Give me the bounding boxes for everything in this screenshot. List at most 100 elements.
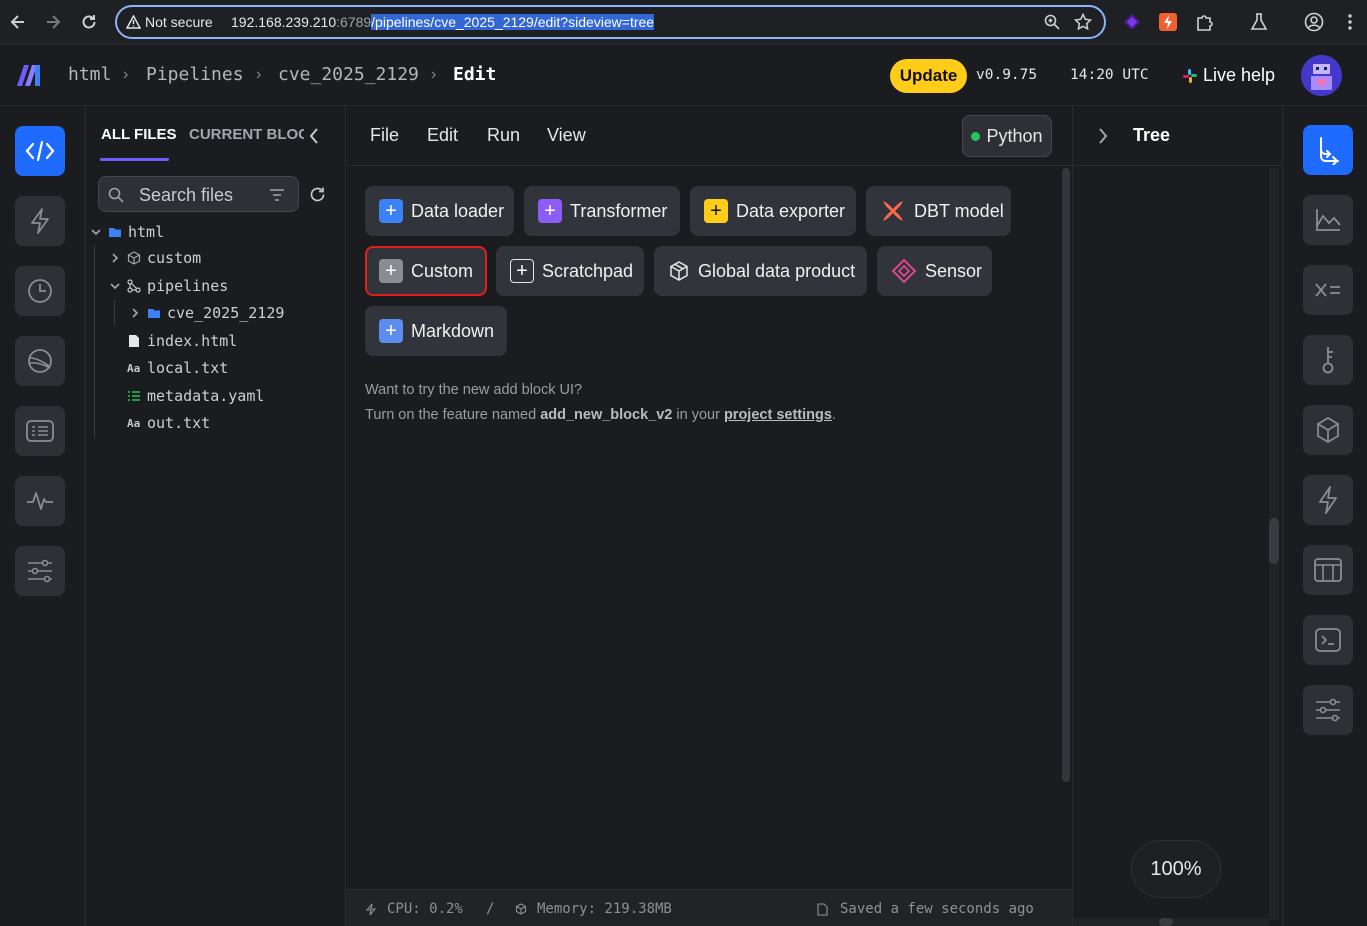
- chevron-down-icon: [110, 283, 120, 290]
- zoom-icon[interactable]: [1044, 14, 1060, 30]
- add-global-data-product-button[interactable]: Global data product: [654, 246, 867, 296]
- plus-icon: +: [510, 259, 534, 283]
- breadcrumb-current: Edit: [453, 64, 497, 85]
- plus-icon: +: [379, 199, 403, 223]
- cube-icon: [1317, 417, 1339, 443]
- memory-usage: Memory: 219.38MB: [537, 901, 672, 917]
- extension-diamond-icon[interactable]: [1122, 12, 1142, 32]
- nav-activity-button[interactable]: [15, 476, 65, 526]
- extensions-puzzle-icon[interactable]: [1195, 12, 1215, 32]
- charts-view-button[interactable]: [1303, 195, 1353, 245]
- table-icon: [1314, 558, 1342, 582]
- settings-view-button[interactable]: [1303, 685, 1353, 735]
- clock-icon: [28, 279, 52, 303]
- chevron-right-icon: [132, 308, 139, 318]
- feature-hint: Want to try the new add block UI? Turn o…: [365, 382, 836, 423]
- menu-edit[interactable]: Edit: [427, 125, 458, 146]
- breadcrumb-pipelines[interactable]: Pipelines: [146, 64, 244, 85]
- dbt-icon: [883, 201, 903, 221]
- chevron-right-icon: [112, 253, 119, 263]
- tree-item-local-txt[interactable]: Aa local.txt: [127, 359, 228, 377]
- add-dbt-model-button[interactable]: DBT model: [866, 186, 1011, 236]
- zoom-level-button[interactable]: 100%: [1131, 840, 1221, 898]
- tree-item-custom[interactable]: custom: [109, 249, 201, 267]
- add-markdown-button[interactable]: + Markdown: [365, 306, 507, 356]
- refresh-icon[interactable]: [309, 186, 326, 203]
- plus-icon: +: [379, 319, 403, 343]
- avatar[interactable]: [1301, 55, 1342, 96]
- breadcrumb-project[interactable]: html: [68, 64, 111, 85]
- collapse-panel-chevron-icon[interactable]: [308, 127, 320, 145]
- expand-panel-chevron-icon[interactable]: [1097, 127, 1109, 145]
- tab-all-files[interactable]: ALL FILES: [101, 126, 177, 143]
- text-file-icon: Aa: [127, 361, 141, 375]
- tree-item-metadata-yaml[interactable]: metadata.yaml: [127, 387, 264, 405]
- plus-icon: +: [379, 259, 403, 283]
- triggers-view-button[interactable]: [1303, 475, 1353, 525]
- nav-logs-button[interactable]: [15, 336, 65, 386]
- breadcrumb-chevron-icon: ›: [431, 66, 437, 83]
- back-icon[interactable]: [8, 12, 28, 32]
- tree-item-pipelines[interactable]: pipelines: [109, 277, 228, 295]
- variables-view-button[interactable]: [1303, 265, 1353, 315]
- add-transformer-button[interactable]: + Transformer: [524, 186, 680, 236]
- menu-file[interactable]: File: [370, 125, 399, 146]
- nav-monitor-button[interactable]: [15, 406, 65, 456]
- editor-scrollbar[interactable]: [1062, 168, 1070, 782]
- forward-icon[interactable]: [43, 12, 63, 32]
- kernel-python-button[interactable]: Python: [962, 115, 1052, 157]
- nav-triggers-button[interactable]: [15, 196, 65, 246]
- tree-item-cve-2025-2129[interactable]: cve_2025_2129: [129, 304, 284, 322]
- plus-icon: +: [538, 199, 562, 223]
- menu-view[interactable]: View: [547, 125, 586, 146]
- kernel-status-dot: [971, 131, 981, 141]
- add-data-loader-button[interactable]: + Data loader: [365, 186, 514, 236]
- terminal-view-button[interactable]: [1303, 615, 1353, 665]
- security-indicator[interactable]: Not secure: [126, 14, 213, 30]
- live-help-link[interactable]: Live help: [1182, 65, 1275, 86]
- file-browser-panel: ALL FILES CURRENT BLOCK Search files htm…: [86, 106, 346, 926]
- profile-icon[interactable]: [1304, 12, 1324, 32]
- tree-item-index-html[interactable]: index.html: [127, 332, 237, 350]
- tab-current-block[interactable]: CURRENT BLOCK: [189, 126, 304, 143]
- nav-runs-button[interactable]: [15, 266, 65, 316]
- project-settings-link[interactable]: project settings: [724, 407, 832, 423]
- code-icon: [25, 140, 55, 162]
- add-sensor-button[interactable]: Sensor: [877, 246, 992, 296]
- browser-menu-icon[interactable]: [1340, 12, 1360, 32]
- address-bar[interactable]: Not secure 192.168.239.210:6789/pipeline…: [115, 5, 1106, 39]
- search-files-input[interactable]: Search files: [98, 176, 299, 212]
- add-data-exporter-button[interactable]: + Data exporter: [690, 186, 856, 236]
- labs-flask-icon[interactable]: [1249, 12, 1269, 32]
- add-scratchpad-button[interactable]: + Scratchpad: [496, 246, 644, 296]
- bookmark-star-icon[interactable]: [1074, 13, 1092, 31]
- secrets-view-button[interactable]: [1303, 335, 1353, 385]
- tree-item-out-txt[interactable]: Aa out.txt: [127, 414, 210, 432]
- mage-logo-icon[interactable]: [16, 62, 48, 88]
- extension-bolt-icon[interactable]: [1158, 12, 1178, 32]
- tree-panel-title: Tree: [1133, 125, 1171, 145]
- table-view-button[interactable]: [1303, 545, 1353, 595]
- lightning-icon: [366, 903, 376, 916]
- nav-settings-button[interactable]: [15, 546, 65, 596]
- planet-icon: [28, 349, 52, 373]
- breadcrumb-pipeline[interactable]: cve_2025_2129: [278, 64, 419, 85]
- tree-item-html[interactable]: html: [90, 223, 164, 241]
- terminal-icon: [1315, 628, 1341, 652]
- global-products-view-button[interactable]: [1303, 405, 1353, 455]
- tree-scrollbar[interactable]: [1269, 518, 1279, 564]
- tree-view-button[interactable]: [1303, 125, 1353, 175]
- nav-code-editor-button[interactable]: [15, 126, 65, 176]
- url-text[interactable]: 192.168.239.210:6789/pipelines/cve_2025_…: [231, 14, 655, 30]
- active-tab-underline: [100, 158, 169, 161]
- saved-status: Saved a few seconds ago: [840, 901, 1034, 917]
- app-header: html › Pipelines › cve_2025_2129 › Edit …: [0, 45, 1367, 106]
- filter-icon[interactable]: [269, 188, 285, 202]
- menu-run[interactable]: Run: [487, 125, 520, 146]
- add-custom-button[interactable]: + Custom: [365, 246, 487, 296]
- tree-hscrollbar[interactable]: [1159, 918, 1173, 926]
- status-separator: /: [486, 901, 495, 917]
- reload-icon[interactable]: [79, 12, 99, 32]
- update-button[interactable]: Update: [890, 59, 967, 93]
- chart-icon: [1316, 209, 1341, 231]
